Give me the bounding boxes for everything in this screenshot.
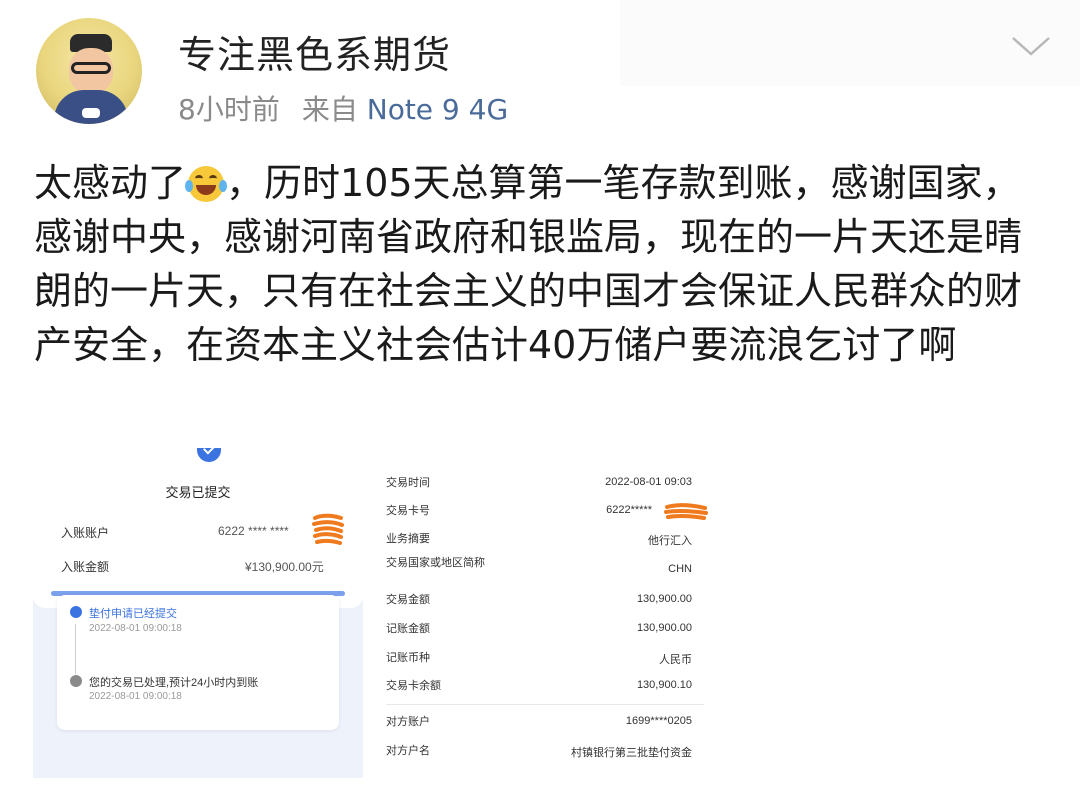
detail-key: 记账币种 bbox=[386, 652, 430, 664]
detail-value: 1699****0205 bbox=[625, 715, 692, 727]
redaction-scribble bbox=[312, 513, 344, 545]
source-device[interactable]: Note 9 4G bbox=[367, 93, 508, 126]
detail-value: 村镇银行第三批垫付资金 bbox=[571, 747, 692, 759]
transaction-title: 交易已提交 bbox=[165, 485, 231, 500]
step-connector bbox=[75, 624, 76, 674]
username[interactable]: 专注黑色系期货 bbox=[178, 24, 451, 79]
detail-key: 交易卡号 bbox=[386, 505, 430, 517]
step-2-text: 您的交易已处理,预计24小时内到账 bbox=[89, 677, 259, 689]
detail-key: 记账金额 bbox=[386, 623, 430, 635]
account-value: 6222 **** **** bbox=[218, 524, 289, 538]
divider bbox=[386, 704, 704, 705]
amount-label: 入账金额 bbox=[61, 560, 110, 574]
detail-value: 2022-08-01 09:03 bbox=[605, 476, 692, 488]
detail-value: CHN bbox=[668, 563, 692, 575]
step-1-text: 垫付申请已经提交 bbox=[89, 608, 177, 620]
avatar-glasses bbox=[71, 62, 111, 74]
detail-key: 对方账户 bbox=[386, 716, 430, 728]
step-done-icon bbox=[70, 606, 82, 618]
detail-key: 对方户名 bbox=[386, 745, 430, 757]
transaction-card: 交易已提交 入账账户 6222 **** **** 入账金额 ¥130,900.… bbox=[33, 448, 363, 608]
post-meta: 8小时前 来自 Note 9 4G bbox=[178, 88, 508, 128]
detail-value: 他行汇入 bbox=[648, 535, 692, 547]
step-2-time: 2022-08-01 09:00:18 bbox=[89, 691, 182, 702]
account-label: 入账账户 bbox=[61, 526, 110, 540]
detail-value: 130,900.00 bbox=[636, 622, 692, 634]
post-text: 太感动了 ，历时105天总算第一笔存款到账，感谢国家，感谢中央，感谢河南省政府和银… bbox=[34, 156, 1044, 372]
avatar-body bbox=[54, 90, 128, 124]
post-time: 8小时前 bbox=[178, 93, 280, 126]
redaction-scribble bbox=[664, 503, 708, 520]
attached-image-right[interactable]: 交易时间 2022-08-01 09:03 交易卡号 6222***** 业务摘… bbox=[372, 462, 714, 778]
chevron-down-icon[interactable] bbox=[1011, 34, 1051, 58]
detail-value: 人民币 bbox=[659, 654, 692, 666]
detail-key: 交易时间 bbox=[386, 477, 430, 489]
face-with-tears-of-joy-icon bbox=[185, 166, 228, 202]
step-1-time: 2022-08-01 09:00:18 bbox=[89, 623, 182, 634]
attached-image-left[interactable]: 交易已提交 入账账户 6222 **** **** 入账金额 ¥130,900.… bbox=[33, 448, 363, 778]
check-badge-icon bbox=[197, 448, 221, 462]
avatar[interactable] bbox=[36, 18, 142, 124]
detail-value: 130,900.00 bbox=[636, 593, 692, 605]
detail-value: 130,900.10 bbox=[636, 679, 692, 691]
post-text-start: 太感动了 bbox=[34, 161, 187, 205]
detail-key: 交易金额 bbox=[386, 594, 430, 606]
detail-key: 交易卡余额 bbox=[386, 680, 441, 692]
step-pending-icon bbox=[70, 675, 82, 687]
detail-key: 业务摘要 bbox=[386, 533, 430, 545]
source-prefix: 来自 bbox=[301, 93, 358, 126]
detail-key: 交易国家或地区简称 bbox=[386, 557, 485, 569]
amount-value: ¥130,900.00元 bbox=[245, 560, 324, 574]
detail-value: 6222***** bbox=[606, 504, 652, 516]
